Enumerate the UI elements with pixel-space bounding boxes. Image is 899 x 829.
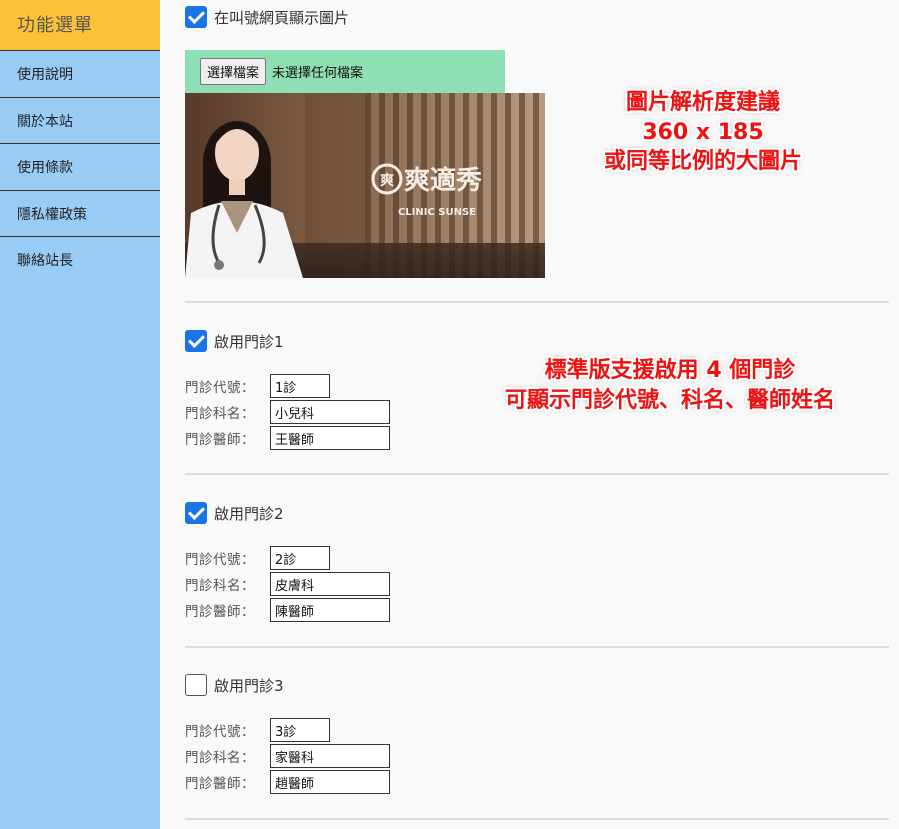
clinic-2-dept-input[interactable]: [270, 572, 390, 596]
section-divider: [185, 646, 889, 648]
clinic-doctor-label: 門診醫師：: [185, 432, 255, 448]
image-hint-line-3: 或同等比例的大圖片: [603, 149, 802, 175]
clinic-2-enable-checkbox[interactable]: [185, 502, 207, 524]
clinic-2-doctor-input[interactable]: [270, 598, 390, 622]
clinic-1-dept-row: 門診科名：: [185, 400, 390, 424]
clinic-support-hint: 標準版支援啟用 4 個門診 可顯示門診代號、科名、醫師姓名: [455, 356, 885, 415]
image-hint-line-2: 360 x 185: [642, 119, 764, 145]
sidebar-header: 功能選單: [0, 0, 160, 51]
file-upload-bar: 選擇檔案 未選擇任何檔案: [185, 50, 505, 93]
clinic-2-enable-row: 啟用門診2: [185, 502, 284, 524]
clinic-doctor-label: 門診醫師：: [185, 604, 255, 620]
clinic-3-dept-input[interactable]: [270, 744, 390, 768]
section-divider: [185, 818, 889, 820]
preview-logo-text: 爽適秀: [404, 165, 482, 196]
clinic-2-doctor-row: 門診醫師：: [185, 598, 390, 622]
section-divider: [185, 473, 889, 475]
clinic-1-dept-input[interactable]: [270, 400, 390, 424]
sidebar-item-about[interactable]: 關於本站: [0, 98, 160, 144]
sidebar-item-terms[interactable]: 使用條款: [0, 144, 160, 191]
image-hint-line-1: 圖片解析度建議: [625, 90, 780, 115]
clinic-1-code-input[interactable]: [270, 374, 330, 398]
section-divider: [185, 301, 889, 303]
image-resolution-hint: 圖片解析度建議 360 x 185 或同等比例的大圖片: [573, 88, 833, 177]
clinic-2-code-row: 門診代號：: [185, 546, 330, 570]
clinic-1-code-row: 門診代號：: [185, 374, 330, 398]
preview-image: 爽 爽適秀 CLINIC SUNSE: [185, 93, 545, 278]
clinic-hint-line-1: 標準版支援啟用 4 個門診: [544, 358, 796, 383]
clinic-code-label: 門診代號：: [185, 380, 255, 396]
show-image-row: 在叫號網頁顯示圖片: [185, 6, 349, 28]
clinic-doctor-label: 門診醫師：: [185, 776, 255, 792]
clinic-3-enable-row: 啟用門診3: [185, 674, 284, 696]
sidebar-item-privacy[interactable]: 隱私權政策: [0, 191, 160, 237]
clinic-3-doctor-input[interactable]: [270, 770, 390, 794]
svg-text:爽: 爽: [380, 173, 394, 189]
clinic-hint-line-2: 可顯示門診代號、科名、醫師姓名: [504, 387, 835, 413]
clinic-3-enable-label: 啟用門診3: [214, 676, 284, 695]
show-image-label: 在叫號網頁顯示圖片: [214, 8, 350, 27]
sidebar: 功能選單 使用說明 關於本站 使用條款 隱私權政策 聯絡站長: [0, 0, 160, 829]
clinic-dept-label: 門診科名：: [185, 750, 255, 766]
clinic-3-code-row: 門診代號：: [185, 718, 330, 742]
sidebar-item-usage[interactable]: 使用說明: [0, 51, 160, 98]
clinic-code-label: 門診代號：: [185, 552, 255, 568]
clinic-1-doctor-row: 門診醫師：: [185, 426, 390, 450]
sidebar-item-contact[interactable]: 聯絡站長: [0, 237, 160, 284]
clinic-3-code-input[interactable]: [270, 718, 330, 742]
file-status-text: 未選擇任何檔案: [272, 66, 364, 81]
show-image-checkbox[interactable]: [185, 6, 207, 28]
preview-logo-sub: CLINIC SUNSE: [398, 207, 476, 218]
clinic-1-enable-row: 啟用門診1: [185, 330, 284, 352]
clinic-dept-label: 門診科名：: [185, 406, 255, 422]
clinic-3-doctor-row: 門診醫師：: [185, 770, 390, 794]
clinic-code-label: 門診代號：: [185, 724, 255, 740]
clinic-1-doctor-input[interactable]: [270, 426, 390, 450]
clinic-3-dept-row: 門診科名：: [185, 744, 390, 768]
clinic-1-enable-checkbox[interactable]: [185, 330, 207, 352]
clinic-2-enable-label: 啟用門診2: [214, 504, 284, 523]
choose-file-button[interactable]: 選擇檔案: [200, 58, 267, 85]
clinic-2-dept-row: 門診科名：: [185, 572, 390, 596]
clinic-2-code-input[interactable]: [270, 546, 330, 570]
clinic-1-enable-label: 啟用門診1: [214, 332, 284, 351]
clinic-dept-label: 門診科名：: [185, 578, 255, 594]
preview-illustration: 爽 爽適秀 CLINIC SUNSE: [185, 93, 545, 278]
clinic-3-enable-checkbox[interactable]: [185, 674, 207, 696]
